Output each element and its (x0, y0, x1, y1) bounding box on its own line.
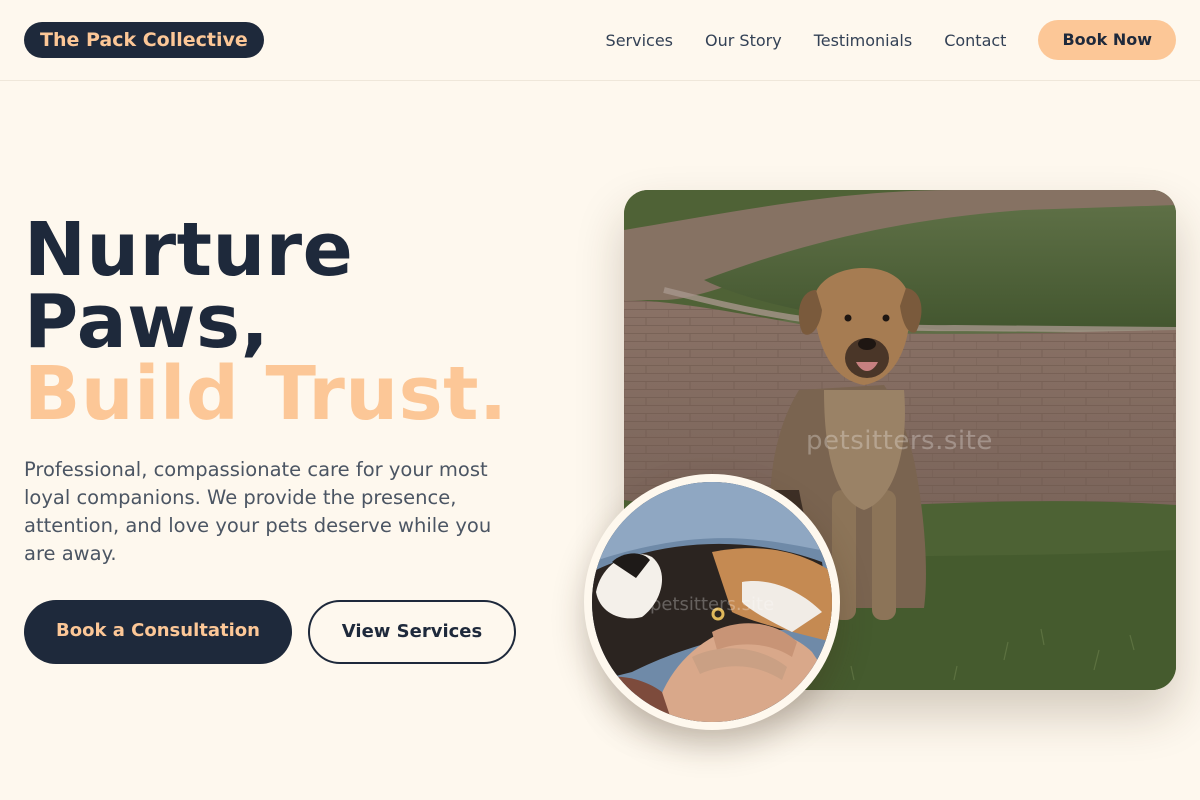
book-consultation-button[interactable]: Book a Consultation (24, 600, 292, 664)
dog-photo-watermark: petsitters.site (806, 426, 993, 456)
hero-description: Professional, compassionate care for you… (24, 458, 492, 565)
nav-link-contact[interactable]: Contact (944, 31, 1006, 50)
cat-photo: petsitters.site (584, 474, 840, 730)
nav-link-testimonials[interactable]: Testimonials (814, 31, 913, 50)
hero-title-accent: Build Trust. (24, 351, 508, 437)
brand-logo[interactable]: The Pack Collective (24, 22, 264, 58)
book-now-button[interactable]: Book Now (1038, 20, 1176, 60)
nav-link-services[interactable]: Services (606, 31, 673, 50)
nav-links: Services Our Story Testimonials Contact … (606, 20, 1176, 60)
hero-title: Nurture Paws, Build Trust. (24, 207, 584, 437)
nav-link-our-story[interactable]: Our Story (705, 31, 782, 50)
top-navbar: The Pack Collective Services Our Story T… (0, 0, 1200, 81)
cat-photo-watermark: petsitters.site (650, 594, 775, 615)
view-services-button[interactable]: View Services (308, 600, 516, 664)
hero-title-line-1: Nurture (24, 207, 354, 293)
hero-title-line-2: Paws, (24, 279, 270, 365)
